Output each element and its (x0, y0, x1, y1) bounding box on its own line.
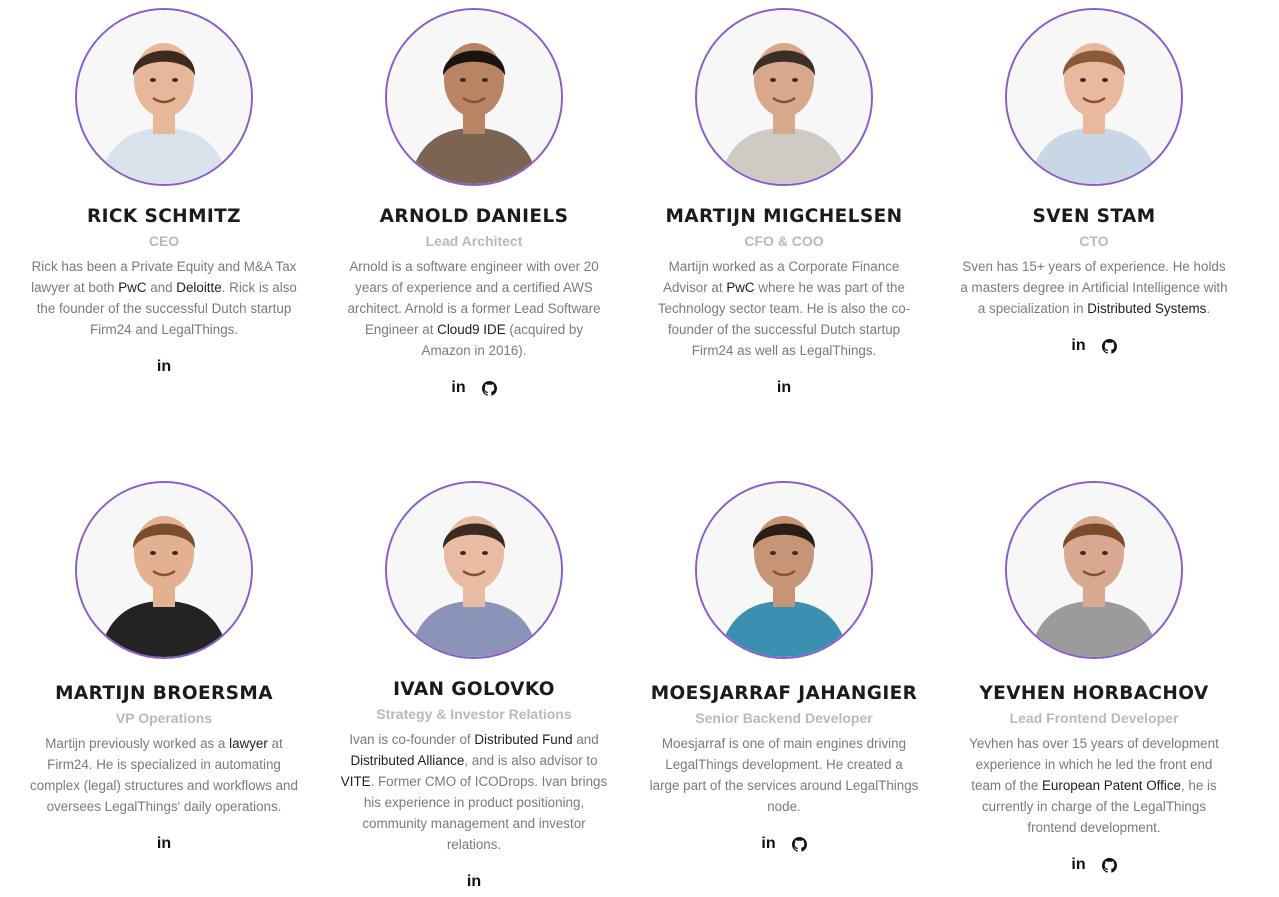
linkedin-icon[interactable]: in (451, 379, 465, 397)
linkedin-icon[interactable]: in (157, 358, 171, 376)
team-member-card: MOESJARRAF JAHANGIER Senior Backend Devel… (634, 481, 934, 854)
bio-link[interactable]: European Patent Office (1042, 778, 1181, 793)
linkedin-icon[interactable]: in (777, 379, 791, 397)
member-name: YEVHEN HORBACHOV (979, 683, 1209, 704)
social-links: in (944, 855, 1244, 875)
bio-text: Martijn previously worked as a (45, 736, 230, 751)
member-bio: Rick has been a Private Equity and M&A T… (29, 256, 299, 340)
linkedin-icon[interactable]: in (157, 835, 171, 853)
member-role: CTO (1079, 233, 1109, 249)
github-icon[interactable] (1101, 857, 1117, 873)
team-member-card: SVEN STAM CTO Sven has 15+ years of experi… (944, 8, 1244, 356)
team-member-card: IVAN GOLOVKO Strategy & Investor Relation… (324, 481, 624, 892)
member-photo (695, 8, 873, 186)
member-photo (385, 8, 563, 186)
member-name: MARTIJN BROERSMA (55, 683, 273, 704)
social-links: in (634, 834, 934, 854)
linkedin-icon[interactable]: in (761, 835, 775, 853)
member-photo (1005, 481, 1183, 659)
member-photo (695, 481, 873, 659)
bio-link[interactable]: PwC (726, 280, 754, 295)
linkedin-icon[interactable]: in (467, 873, 481, 891)
bio-link[interactable]: PwC (118, 280, 146, 295)
member-photo (385, 481, 563, 659)
member-role: Lead Architect (425, 233, 523, 249)
github-icon[interactable] (791, 836, 807, 852)
member-bio: Yevhen has over 15 years of development … (959, 733, 1229, 838)
team-member-card: MARTIJN BROERSMA VP Operations Martijn pre… (14, 481, 314, 854)
member-name: MOESJARRAF JAHANGIER (650, 683, 918, 704)
member-role: Lead Frontend Developer (1009, 710, 1179, 726)
social-links: in (324, 378, 624, 398)
github-icon[interactable] (481, 380, 497, 396)
member-bio: Arnold is a software engineer with over … (339, 256, 609, 361)
bio-text: and (146, 280, 177, 295)
member-name: IVAN GOLOVKO (393, 679, 555, 700)
bio-link[interactable]: Deloitte (176, 280, 221, 295)
social-links: in (14, 834, 314, 854)
bio-link[interactable]: VITE (341, 774, 371, 789)
bio-text: Moesjarraf is one of main engines drivin… (649, 736, 919, 814)
team-member-card: ARNOLD DANIELS Lead Architect Arnold is a … (324, 8, 624, 398)
member-role: Strategy & Investor Relations (376, 706, 572, 722)
bio-link[interactable]: Distributed Fund (474, 732, 572, 747)
social-links: in (324, 872, 624, 892)
member-role: CFO & COO (744, 233, 824, 249)
member-role: VP Operations (115, 710, 213, 726)
bio-text: , and is also advisor to (464, 753, 598, 768)
member-name: ARNOLD DANIELS (379, 206, 569, 227)
bio-text: . Former CMO of ICODrops. Ivan brings hi… (362, 774, 608, 852)
bio-text: . (1206, 301, 1211, 316)
bio-link[interactable]: lawyer (229, 736, 268, 751)
bio-link[interactable]: Cloud9 IDE (437, 322, 505, 337)
member-photo (1005, 8, 1183, 186)
member-photo (75, 8, 253, 186)
bio-text: and (572, 732, 599, 747)
bio-link[interactable]: Distributed Systems (1087, 301, 1206, 316)
team-grid: RICK SCHMITZ CEO Rick has been a Private E… (0, 0, 1279, 897)
member-name: MARTIJN MIGCHELSEN (665, 206, 903, 227)
bio-link[interactable]: Distributed Alliance (350, 753, 464, 768)
github-icon[interactable] (1101, 338, 1117, 354)
member-name: SVEN STAM (1032, 206, 1156, 227)
member-bio: Moesjarraf is one of main engines drivin… (649, 733, 919, 817)
member-bio: Martijn previously worked as a lawyer at… (29, 733, 299, 817)
member-photo (75, 481, 253, 659)
social-links: in (14, 357, 314, 377)
member-role: CEO (148, 233, 180, 249)
team-member-card: YEVHEN HORBACHOV Lead Frontend Developer Y… (944, 481, 1244, 875)
social-links: in (944, 336, 1244, 356)
member-role: Senior Backend Developer (695, 710, 873, 726)
member-name: RICK SCHMITZ (87, 206, 241, 227)
team-member-card: RICK SCHMITZ CEO Rick has been a Private E… (14, 8, 314, 377)
linkedin-icon[interactable]: in (1071, 856, 1085, 874)
member-bio: Martijn worked as a Corporate Finance Ad… (649, 256, 919, 361)
bio-text: Ivan is co-founder of (349, 732, 475, 747)
team-member-card: MARTIJN MIGCHELSEN CFO & COO Martijn worke… (634, 8, 934, 398)
social-links: in (634, 378, 934, 398)
member-bio: Ivan is co-founder of Distributed Fund a… (339, 729, 609, 855)
member-bio: Sven has 15+ years of experience. He hol… (959, 256, 1229, 319)
linkedin-icon[interactable]: in (1071, 337, 1085, 355)
